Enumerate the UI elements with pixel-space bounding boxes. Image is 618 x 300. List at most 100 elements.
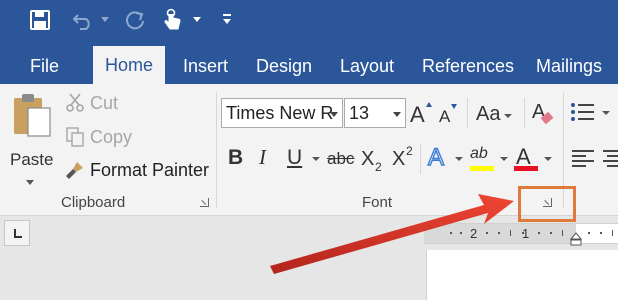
grow-font-icon: A bbox=[410, 102, 425, 127]
tab-layout[interactable]: Layout bbox=[340, 48, 394, 84]
ruler-tick bbox=[600, 232, 602, 234]
superscript-digit: 2 bbox=[406, 144, 413, 158]
quick-access-toolbar bbox=[0, 0, 618, 40]
font-color-bar bbox=[514, 166, 538, 171]
ruler-tick bbox=[612, 230, 613, 236]
font-color-dropdown-icon[interactable] bbox=[544, 157, 552, 161]
shrink-font-icon: A bbox=[439, 107, 451, 126]
change-case-dropdown-icon[interactable] bbox=[504, 114, 512, 118]
align-center-icon bbox=[603, 150, 618, 167]
highlight-dropdown-icon[interactable] bbox=[500, 157, 508, 161]
horizontal-ruler[interactable]: 2 1 bbox=[424, 223, 618, 244]
highlight-button[interactable]: ab bbox=[470, 144, 510, 174]
redo-icon[interactable] bbox=[122, 6, 148, 34]
document-page[interactable] bbox=[426, 250, 618, 300]
font-size-value: 13 bbox=[349, 103, 370, 123]
font-name-combo[interactable]: Times New R bbox=[221, 98, 343, 128]
tab-design[interactable]: Design bbox=[256, 48, 312, 84]
group-divider bbox=[524, 98, 525, 128]
paste-label: Paste bbox=[10, 150, 54, 169]
bullets-dropdown-icon[interactable] bbox=[602, 111, 610, 115]
ruler-tick bbox=[460, 232, 462, 234]
paste-icon bbox=[14, 94, 51, 137]
customize-qat-icon[interactable] bbox=[222, 14, 232, 26]
ribbon-tabs: File Home Insert Design Layout Reference… bbox=[0, 40, 618, 84]
superscript-button[interactable]: X 2 bbox=[392, 145, 416, 173]
subscript-button[interactable]: X 2 bbox=[361, 147, 385, 173]
ruler-tick bbox=[510, 230, 511, 236]
group-divider bbox=[420, 144, 421, 174]
bullets-icon bbox=[571, 103, 594, 121]
bullets-button[interactable] bbox=[570, 102, 610, 124]
ruler-tick bbox=[550, 232, 552, 234]
undo-dropdown-icon[interactable] bbox=[101, 17, 109, 22]
copy-icon bbox=[64, 126, 86, 148]
text-effects-dropdown-icon[interactable] bbox=[455, 157, 463, 161]
ruler-tick bbox=[450, 232, 452, 234]
font-name-value: Times New R bbox=[226, 103, 334, 123]
font-group-label: Font bbox=[362, 194, 393, 211]
clear-formatting-button[interactable]: A bbox=[532, 100, 556, 128]
paintbrush-icon bbox=[64, 159, 86, 181]
undo-icon[interactable] bbox=[70, 6, 96, 34]
grow-font-button[interactable]: A bbox=[410, 100, 434, 128]
shrink-arrow-icon bbox=[451, 104, 457, 109]
ruler-number: 2 bbox=[470, 226, 478, 241]
tab-file[interactable]: File bbox=[30, 48, 59, 84]
align-left-button[interactable] bbox=[572, 148, 596, 170]
font-size-combo[interactable]: 13 bbox=[344, 98, 406, 128]
touch-mode-dropdown-icon[interactable] bbox=[193, 17, 201, 22]
underline-dropdown-icon[interactable] bbox=[312, 157, 320, 161]
ruler-number: 1 bbox=[522, 226, 530, 241]
grow-arrow-icon bbox=[426, 102, 432, 107]
subscript-icon: X bbox=[361, 148, 375, 170]
group-divider bbox=[216, 92, 217, 208]
text-effects-button[interactable]: A bbox=[427, 144, 466, 174]
clipboard-group-label: Clipboard bbox=[61, 194, 126, 211]
cut-button[interactable]: Cut bbox=[64, 90, 118, 116]
font-size-dropdown-icon[interactable] bbox=[393, 112, 401, 117]
paste-button[interactable]: Paste bbox=[8, 92, 54, 185]
scissors-icon bbox=[64, 92, 86, 114]
italic-button[interactable]: I bbox=[259, 147, 266, 168]
clipboard-launcher-icon[interactable] bbox=[200, 198, 209, 207]
save-icon[interactable] bbox=[28, 6, 52, 34]
copy-label: Copy bbox=[90, 126, 133, 147]
indent-marker-icon[interactable] bbox=[570, 232, 582, 246]
ruler-tick bbox=[498, 232, 500, 234]
paste-dropdown-icon[interactable] bbox=[26, 180, 34, 185]
highlight-color-bar bbox=[470, 166, 494, 171]
font-color-icon: A bbox=[516, 144, 531, 169]
tab-insert[interactable]: Insert bbox=[183, 48, 228, 84]
copy-button[interactable]: Copy bbox=[64, 124, 132, 150]
font-color-button[interactable]: A bbox=[514, 144, 554, 174]
tab-home[interactable]: Home bbox=[93, 46, 166, 84]
change-case-icon: Aa bbox=[476, 103, 501, 125]
bold-button[interactable]: B bbox=[228, 147, 243, 168]
tab-references[interactable]: References bbox=[422, 48, 514, 84]
highlighter-icon: ab bbox=[470, 145, 488, 162]
font-name-dropdown-icon[interactable] bbox=[330, 112, 338, 117]
touch-mode-icon[interactable] bbox=[160, 6, 186, 34]
ruler-tick bbox=[588, 232, 590, 234]
tab-mailings[interactable]: Mailings bbox=[536, 48, 602, 84]
change-case-button[interactable]: Aa bbox=[476, 102, 516, 128]
ruler-tick bbox=[486, 232, 488, 234]
subscript-digit: 2 bbox=[375, 160, 382, 174]
text-effects-icon: A bbox=[427, 144, 445, 171]
annotation-highlight-box bbox=[518, 186, 576, 222]
underline-button[interactable]: U bbox=[287, 147, 302, 168]
shrink-font-button[interactable]: A bbox=[437, 100, 461, 128]
cut-label: Cut bbox=[90, 92, 119, 113]
align-center-button[interactable] bbox=[603, 148, 618, 170]
align-left-icon bbox=[572, 150, 594, 167]
ruler-tick bbox=[538, 232, 540, 234]
group-divider bbox=[467, 98, 468, 128]
format-painter-label: Format Painter bbox=[90, 159, 210, 180]
tab-stop-selector[interactable] bbox=[4, 220, 30, 246]
format-painter-button[interactable]: Format Painter bbox=[64, 157, 209, 183]
strikethrough-button[interactable]: abc bbox=[327, 150, 354, 167]
superscript-icon: X bbox=[392, 148, 406, 170]
ruler-margin bbox=[424, 224, 576, 243]
ruler-tick bbox=[562, 230, 563, 236]
